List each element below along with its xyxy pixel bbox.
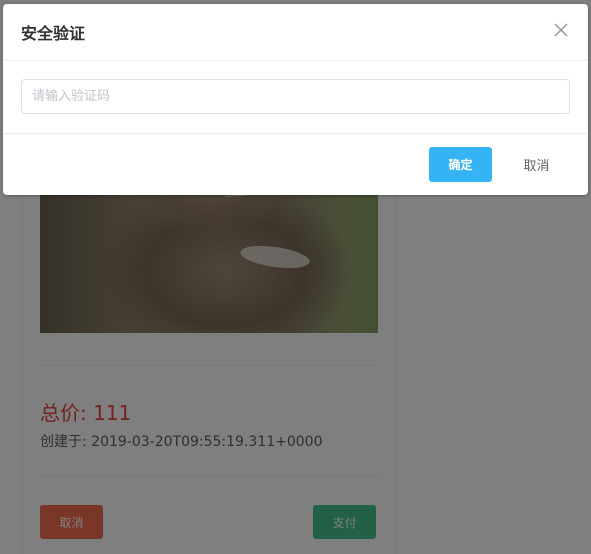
close-icon-glyph <box>554 23 568 37</box>
dialog-footer-divider <box>3 133 588 134</box>
dialog-cancel-button[interactable]: 取消 <box>505 147 568 182</box>
dialog-header-divider <box>3 60 588 61</box>
confirm-button[interactable]: 确定 <box>429 147 492 182</box>
verification-code-input[interactable] <box>21 79 570 114</box>
security-verification-dialog: 安全验证 确定 取消 <box>3 4 588 195</box>
dialog-title: 安全验证 <box>21 24 86 43</box>
close-icon[interactable] <box>552 21 570 39</box>
